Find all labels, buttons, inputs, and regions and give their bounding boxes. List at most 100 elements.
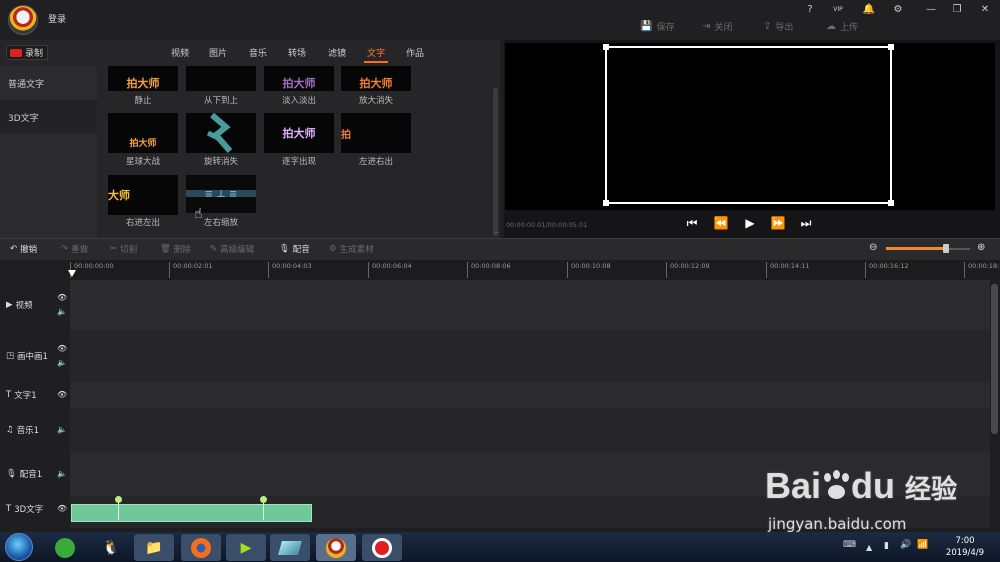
dubbing-label: 配音 (292, 245, 310, 255)
redo-button[interactable]: ↷ 重做 (61, 243, 88, 255)
tab-video[interactable]: 视频 (171, 46, 189, 59)
zoom-slider-handle[interactable] (943, 244, 949, 253)
effect-item-static[interactable]: 拍大师 (108, 66, 178, 91)
undo-button[interactable]: ↶ 撤销 (10, 243, 37, 255)
effect-item-star-wars[interactable]: 拍大师 (108, 113, 178, 153)
speaker-icon[interactable]: 🔈 (57, 358, 67, 367)
effect-item-zoom-vanish[interactable]: 拍大师 (341, 66, 411, 91)
track-lane-music[interactable] (70, 408, 990, 452)
zoom-in-icon[interactable]: ⊕ (977, 242, 985, 253)
taskbar-app-recorder-icon[interactable] (362, 534, 402, 561)
tab-text[interactable]: 文字 (367, 46, 385, 59)
record-button[interactable]: 录制 (6, 45, 48, 60)
minimize-icon[interactable]: — (923, 4, 939, 15)
resize-handle[interactable] (888, 200, 894, 206)
effect-thumbnail: 拍大师 (108, 113, 178, 153)
restore-icon[interactable]: ❐ (949, 4, 965, 15)
export-button[interactable]: ⇪ 导出 (763, 19, 793, 33)
speaker-icon[interactable]: 🔈 (57, 425, 67, 434)
start-button[interactable] (5, 533, 33, 561)
speaker-icon[interactable]: 🔈 (57, 469, 67, 478)
skip-start-icon[interactable]: ⏮ (684, 215, 700, 231)
tab-filter[interactable]: 滤镜 (328, 46, 346, 59)
skip-end-icon[interactable]: ⏭ (798, 215, 814, 231)
taskbar-clock[interactable]: 7:00 2019/4/9 (940, 535, 990, 559)
effect-label: 静止 (134, 96, 152, 106)
taskbar-app-360-icon[interactable] (45, 534, 85, 561)
watermark-brand: Bai (765, 465, 822, 506)
battery-icon[interactable]: ▮ (884, 541, 889, 551)
gear-icon[interactable]: ⚙ (890, 4, 906, 15)
redo-label: 重做 (71, 245, 89, 255)
upload-label: 上传 (840, 22, 859, 33)
effect-item-right-in-left-out[interactable]: 大师 (108, 175, 178, 215)
ruler-tick: 00:00:06:04 (368, 262, 412, 278)
track-label: 画中画1 (17, 352, 48, 362)
track-lane-text[interactable] (70, 382, 990, 408)
splitter-handle[interactable]: ··· (494, 231, 506, 237)
eye-icon[interactable]: 👁 (57, 390, 67, 399)
step-back-icon[interactable]: ⏪ (713, 215, 729, 231)
effect-item-rotate-vanish[interactable] (186, 113, 256, 153)
effect-label: 逐字出现 (281, 157, 316, 167)
panel-scrollbar[interactable] (493, 88, 498, 236)
text-frame[interactable] (605, 46, 892, 204)
tab-transition[interactable]: 转场 (288, 46, 306, 59)
close-window-icon[interactable]: ✕ (977, 4, 993, 15)
upload-button[interactable]: ☁ 上传 (826, 19, 858, 33)
dubbing-button[interactable]: 🎙 配音 (279, 243, 310, 255)
taskbar-app-qq-icon[interactable]: 🐧 (91, 534, 131, 561)
resize-handle[interactable] (603, 44, 609, 50)
save-button[interactable]: 💾 保存 (640, 19, 674, 33)
tray-arrow-icon[interactable]: ▲ (866, 543, 872, 552)
keyframe-handle[interactable] (260, 496, 267, 503)
close-doc-button[interactable]: ⇥ 关闭 (702, 19, 732, 33)
volume-icon[interactable]: 🔊 (900, 540, 911, 550)
tab-works[interactable]: 作品 (406, 46, 424, 59)
advanced-edit-button[interactable]: ✎ 高级编辑 (210, 243, 254, 255)
vip-icon[interactable]: VIP (830, 6, 846, 13)
eye-icon[interactable]: 👁 (57, 344, 67, 353)
step-forward-icon[interactable]: ⏩ (770, 215, 786, 231)
tab-image[interactable]: 图片 (209, 46, 227, 59)
taskbar-app-explorer-icon[interactable]: 📁 (134, 534, 174, 561)
help-icon[interactable]: ? (802, 4, 818, 15)
network-icon[interactable]: 📶 (917, 540, 928, 550)
play-icon[interactable]: ▶ (742, 215, 758, 231)
effect-item-left-in-right-out[interactable]: 拍 (341, 113, 411, 153)
ruler-tick: 00:00:16:12 (865, 262, 909, 278)
speaker-icon[interactable]: 🔈 (57, 307, 67, 316)
generate-material-button[interactable]: ⚙ 生成素材 (329, 243, 374, 255)
eye-icon[interactable]: 👁 (57, 293, 67, 302)
timeline-scrollbar[interactable] (991, 284, 998, 434)
resize-handle[interactable] (888, 44, 894, 50)
cut-button[interactable]: ✂ 切割 (110, 243, 137, 255)
login-link[interactable]: 登录 (48, 12, 66, 25)
tab-music[interactable]: 音乐 (249, 46, 267, 59)
effect-item-fade[interactable]: 拍大师 (264, 66, 334, 91)
eye-icon[interactable]: 👁 (57, 504, 67, 513)
effect-item-bottom-up[interactable] (186, 66, 256, 91)
sidebar-item-3d-text[interactable]: 3D文字 (0, 100, 97, 134)
keyboard-icon[interactable]: ⌨ (843, 540, 856, 550)
bell-icon[interactable]: 🔔 (861, 4, 877, 15)
ruler-tick: 00:00:08:06 (467, 262, 511, 278)
taskbar-app-tool-icon[interactable] (270, 534, 310, 561)
effect-item-letter-by-letter[interactable]: 拍大师 (264, 113, 334, 153)
track-lane-video[interactable] (70, 280, 990, 330)
microphone-icon: 🎙 (6, 469, 17, 479)
playhead-icon[interactable] (68, 270, 76, 277)
app-logo-avatar[interactable] (8, 5, 38, 35)
taskbar-app-firefox-icon[interactable] (181, 534, 221, 561)
3d-text-clip[interactable] (71, 504, 312, 522)
zoom-out-icon[interactable]: ⊖ (869, 242, 877, 253)
taskbar-app-player-icon[interactable]: ▶ (226, 534, 266, 561)
sidebar-item-normal-text[interactable]: 普通文字 (0, 66, 97, 100)
track-lane-pip[interactable] (70, 330, 990, 382)
resize-handle[interactable] (603, 200, 609, 206)
record-label: 录制 (25, 49, 44, 59)
save-label: 保存 (656, 22, 675, 33)
delete-button[interactable]: 🗑 删除 (160, 243, 191, 255)
taskbar-app-paidashi-icon[interactable] (316, 534, 356, 561)
keyframe-handle[interactable] (115, 496, 122, 503)
